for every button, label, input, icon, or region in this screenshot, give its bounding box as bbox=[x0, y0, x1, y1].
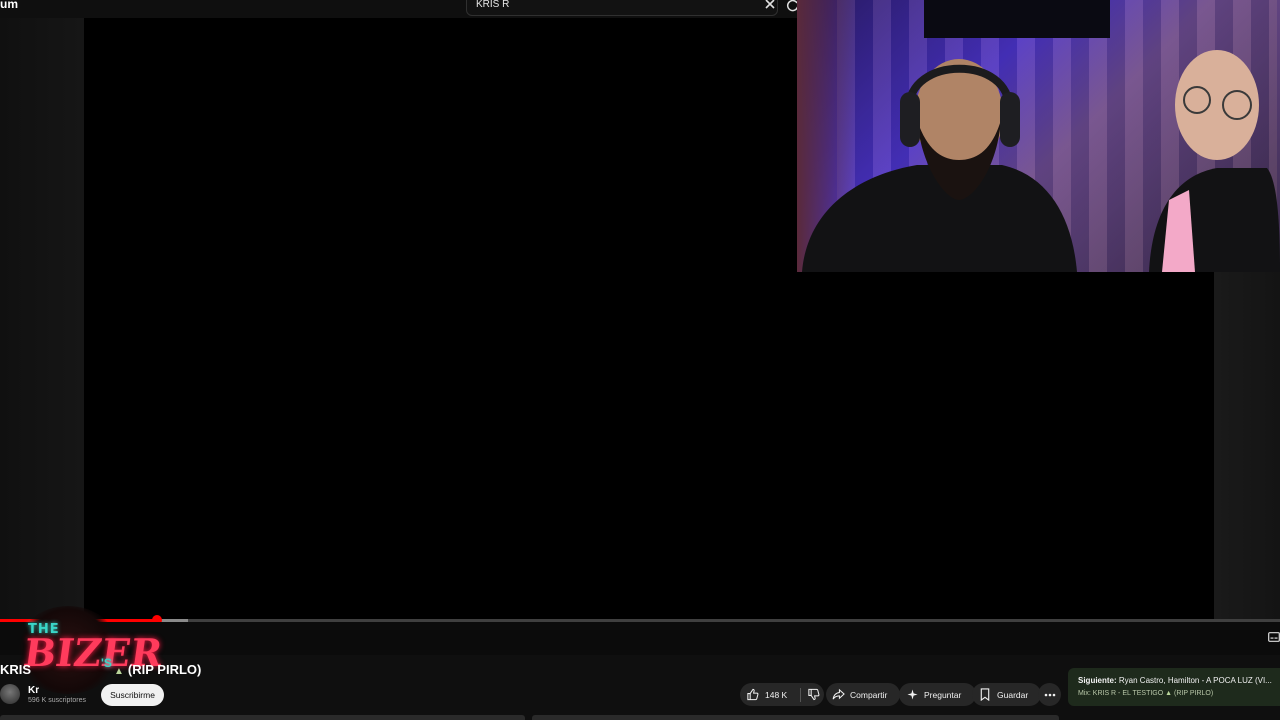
captions-icon[interactable] bbox=[1268, 632, 1280, 642]
like-dislike-group: 148 K bbox=[740, 683, 824, 706]
brand-text: um bbox=[0, 0, 18, 11]
up-next-card[interactable]: Siguiente: Ryan Castro, Hamilton - A POC… bbox=[1068, 668, 1280, 706]
ask-label: Preguntar bbox=[924, 689, 962, 700]
video-title-start: KRIS bbox=[0, 662, 32, 677]
host-left bbox=[802, 50, 1280, 272]
subscriber-count: 596 K suscriptores bbox=[28, 697, 86, 704]
save-button[interactable]: Guardar bbox=[972, 683, 1041, 706]
channel-avatar[interactable] bbox=[0, 684, 20, 704]
ambient-right bbox=[1214, 272, 1280, 620]
more-horizontal-icon bbox=[1044, 693, 1055, 696]
subscribe-button[interactable]: Suscribirme bbox=[101, 684, 164, 706]
ask-button[interactable]: Preguntar bbox=[899, 683, 976, 706]
tree-emoji: ▲ bbox=[114, 666, 124, 677]
description-panel[interactable] bbox=[0, 715, 525, 720]
like-button[interactable]: 148 K bbox=[740, 688, 796, 701]
search-input[interactable]: KRIS R bbox=[466, 0, 778, 16]
thumbs-down-icon bbox=[808, 688, 820, 701]
sparkle-icon bbox=[907, 689, 918, 700]
search-query: KRIS R bbox=[476, 0, 510, 10]
close-icon[interactable] bbox=[763, 0, 777, 11]
player-controls bbox=[0, 622, 1280, 655]
bizers-logo: THE BIZER 'S bbox=[16, 606, 165, 694]
channel-name[interactable]: Kr bbox=[28, 685, 39, 696]
up-next-mix-line: Mix: KRIS R - EL TESTIGO ▲ (RIP PIRLO) bbox=[1078, 690, 1214, 697]
ambient-left bbox=[0, 18, 84, 620]
share-label: Compartir bbox=[850, 689, 888, 700]
dislike-button[interactable] bbox=[807, 688, 820, 701]
top-bar: um KRIS R bbox=[0, 0, 800, 18]
up-next-title: Ryan Castro, Hamilton - A POCA LUZ (VI..… bbox=[1118, 676, 1272, 685]
webcam-overlay bbox=[797, 0, 1280, 272]
share-icon bbox=[832, 688, 845, 700]
share-button[interactable]: Compartir bbox=[826, 683, 900, 706]
up-next-title-line: Siguiente: Ryan Castro, Hamilton - A POC… bbox=[1078, 676, 1272, 685]
like-divider bbox=[800, 687, 801, 702]
thumbs-up-icon bbox=[747, 688, 759, 701]
more-actions-button[interactable] bbox=[1038, 683, 1061, 706]
comments-panel[interactable] bbox=[532, 715, 1059, 720]
video-title-end: ▲ (RIP PIRLO) bbox=[114, 662, 202, 677]
save-label: Guardar bbox=[997, 689, 1029, 700]
bookmark-icon bbox=[980, 688, 990, 701]
like-count: 148 K bbox=[765, 689, 788, 700]
